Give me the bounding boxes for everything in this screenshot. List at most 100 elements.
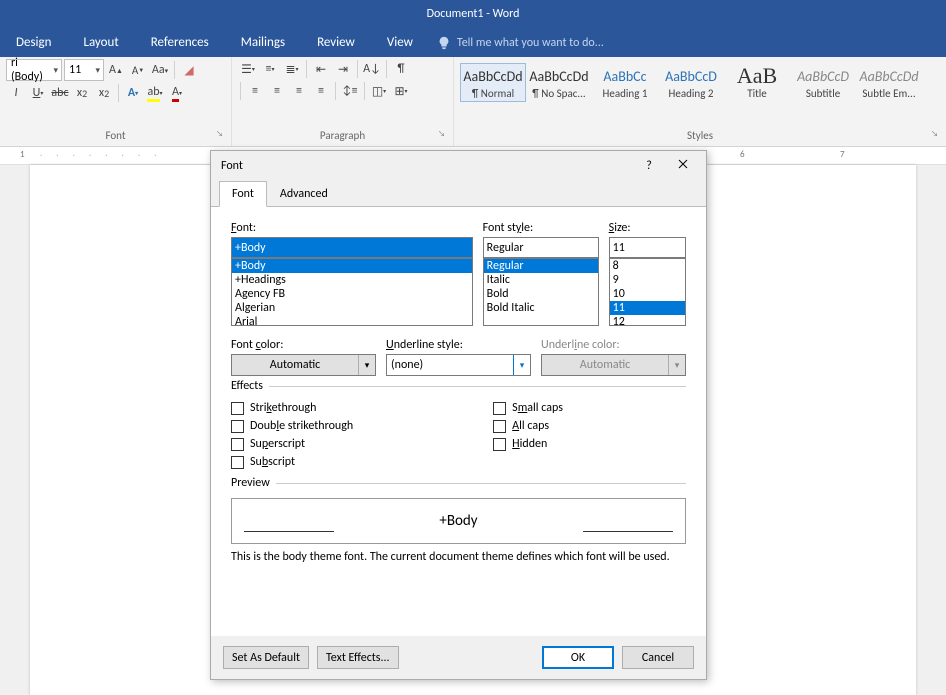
set-as-default-button[interactable]: Set As Default — [223, 646, 309, 669]
text-effects-icon[interactable]: A▾ — [123, 83, 143, 103]
strikethrough-icon[interactable]: abc — [50, 83, 70, 103]
clear-formatting-icon[interactable]: ◢ — [179, 60, 199, 80]
font-size-label: Size: — [609, 221, 686, 235]
cancel-button[interactable]: Cancel — [622, 646, 694, 669]
font-style-listbox[interactable]: RegularItalicBoldBold Italic — [483, 258, 599, 326]
show-marks-icon[interactable]: ¶ — [391, 59, 411, 79]
list-item[interactable]: 12 — [610, 315, 685, 326]
font-group-label[interactable]: Font — [6, 127, 225, 146]
tell-me-search[interactable]: Tell me what you want to do... — [437, 36, 604, 50]
style-item-4[interactable]: AaBTitle — [724, 63, 790, 102]
list-item[interactable]: Italic — [484, 273, 598, 287]
font-size-combo[interactable]: 11 — [64, 59, 104, 81]
font-color-combo[interactable]: Automatic▾ — [231, 354, 376, 376]
align-center-icon[interactable]: ≡ — [267, 81, 287, 101]
dialog-tabs: Font Advanced — [211, 181, 706, 207]
style-name: Subtitle — [792, 87, 854, 100]
shrink-font-icon[interactable]: A▼ — [128, 60, 148, 80]
dialog-tab-font[interactable]: Font — [219, 181, 267, 207]
list-item[interactable]: +Body — [232, 259, 472, 273]
list-item[interactable]: Arial — [232, 315, 472, 326]
font-style-input[interactable] — [483, 237, 599, 258]
multilevel-list-icon[interactable]: ≣▾ — [282, 59, 302, 79]
tab-references[interactable]: References — [135, 28, 225, 57]
dialog-title-bar[interactable]: Font ? — [211, 151, 706, 181]
font-name-combo[interactable]: ri (Body) — [6, 59, 62, 81]
list-item[interactable]: 11 — [610, 301, 685, 315]
list-item[interactable]: Regular — [484, 259, 598, 273]
checkbox-left-2[interactable]: Superscript — [231, 437, 353, 451]
list-item[interactable]: Agency FB — [232, 287, 472, 301]
styles-group: AaBbCcDd¶ NormalAaBbCcDd¶ No Spac...AaBb… — [454, 57, 946, 146]
tab-layout[interactable]: Layout — [67, 28, 134, 57]
sort-icon[interactable]: A↓ — [362, 59, 382, 79]
list-item[interactable]: +Headings — [232, 273, 472, 287]
text-effects-button[interactable]: Text Effects... — [317, 646, 399, 669]
superscript-icon[interactable]: x2 — [94, 83, 114, 103]
change-case-icon[interactable]: Aa▾ — [150, 60, 170, 80]
style-item-2[interactable]: AaBbCcHeading 1 — [592, 63, 658, 102]
increase-indent-icon[interactable]: ⇥ — [333, 59, 353, 79]
tab-review[interactable]: Review — [301, 28, 371, 57]
font-size-listbox[interactable]: 89101112 — [609, 258, 686, 326]
paragraph-group: ☰▾ ≡▾ ≣▾ ⇤ ⇥ A↓ ¶ ≡ ≡ ≡ ≡ ↕≡ ◫▾ — [232, 57, 454, 146]
checkbox-right-1[interactable]: All caps — [493, 419, 563, 433]
style-preview: AaB — [726, 65, 788, 87]
font-name-listbox[interactable]: +Body+HeadingsAgency FBAlgerianArial — [231, 258, 473, 326]
align-left-icon[interactable]: ≡ — [245, 81, 265, 101]
style-item-6[interactable]: AaBbCcDdSubtle Em... — [856, 63, 922, 102]
style-item-1[interactable]: AaBbCcDd¶ No Spac... — [526, 63, 592, 102]
shading-icon[interactable]: ◫▾ — [369, 81, 389, 101]
subscript-icon[interactable]: x2 — [72, 83, 92, 103]
tab-design[interactable]: Design — [0, 28, 67, 57]
list-item[interactable]: Bold Italic — [484, 301, 598, 315]
close-button[interactable] — [666, 151, 700, 181]
font-name-input[interactable] — [231, 237, 473, 258]
checkbox-right-0[interactable]: Small caps — [493, 401, 563, 415]
font-color-icon[interactable]: A▾ — [167, 83, 187, 103]
style-item-3[interactable]: AaBbCcDHeading 2 — [658, 63, 724, 102]
window-title-bar: Document1 - Word — [0, 0, 946, 28]
bullet-list-icon[interactable]: ☰▾ — [238, 59, 258, 79]
checkbox-box — [493, 420, 506, 433]
font-size-input[interactable] — [609, 237, 686, 258]
grow-font-icon[interactable]: A▲ — [106, 60, 126, 80]
ok-button[interactable]: OK — [542, 646, 614, 669]
highlight-icon[interactable]: ab▾ — [145, 83, 165, 103]
tab-mailings[interactable]: Mailings — [225, 28, 301, 57]
help-button[interactable]: ? — [632, 151, 666, 181]
paragraph-group-label[interactable]: Paragraph — [238, 127, 447, 146]
list-item[interactable]: 10 — [610, 287, 685, 301]
tab-view[interactable]: View — [371, 28, 429, 57]
list-item[interactable]: Algerian — [232, 301, 472, 315]
style-preview: AaBbCcDd — [462, 65, 524, 87]
underline-icon[interactable]: U▾ — [28, 83, 48, 103]
font-color-label: Font color: — [231, 338, 376, 352]
style-item-0[interactable]: AaBbCcDd¶ Normal — [460, 63, 526, 102]
style-preview: AaBbCcDd — [858, 65, 920, 87]
justify-icon[interactable]: ≡ — [311, 81, 331, 101]
checkbox-left-3[interactable]: Subscript — [231, 455, 353, 469]
list-item[interactable]: 9 — [610, 273, 685, 287]
checkbox-box — [231, 456, 244, 469]
dialog-footer: Set As Default Text Effects... OK Cancel — [211, 636, 706, 679]
font-preview: +Body — [231, 498, 686, 544]
style-item-5[interactable]: AaBbCcDSubtitle — [790, 63, 856, 102]
checkbox-left-1[interactable]: Double strikethrough — [231, 419, 353, 433]
checkbox-label: Hidden — [512, 437, 547, 451]
align-right-icon[interactable]: ≡ — [289, 81, 309, 101]
list-item[interactable]: 8 — [610, 259, 685, 273]
numbered-list-icon[interactable]: ≡▾ — [260, 59, 280, 79]
line-spacing-icon[interactable]: ↕≡ — [340, 81, 360, 101]
italic-icon[interactable]: I — [6, 83, 26, 103]
styles-group-label[interactable]: Styles — [460, 127, 940, 146]
borders-icon[interactable]: ⊞▾ — [391, 81, 411, 101]
style-name: Heading 1 — [594, 87, 656, 100]
checkbox-right-2[interactable]: Hidden — [493, 437, 563, 451]
decrease-indent-icon[interactable]: ⇤ — [311, 59, 331, 79]
checkbox-left-0[interactable]: Strikethrough — [231, 401, 353, 415]
underline-style-combo[interactable]: (none)▾ — [386, 354, 531, 376]
dialog-tab-advanced[interactable]: Advanced — [267, 181, 341, 207]
lightbulb-icon — [437, 36, 451, 50]
list-item[interactable]: Bold — [484, 287, 598, 301]
